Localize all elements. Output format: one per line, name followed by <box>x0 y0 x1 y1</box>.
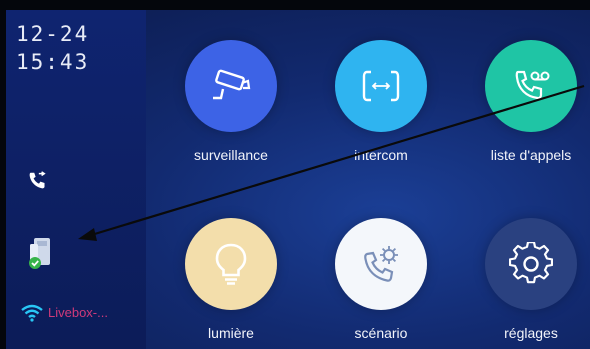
annotation-arrow <box>78 84 585 241</box>
device-frame: 12-24 15:43 Livebox-... surveillance int… <box>0 0 590 349</box>
